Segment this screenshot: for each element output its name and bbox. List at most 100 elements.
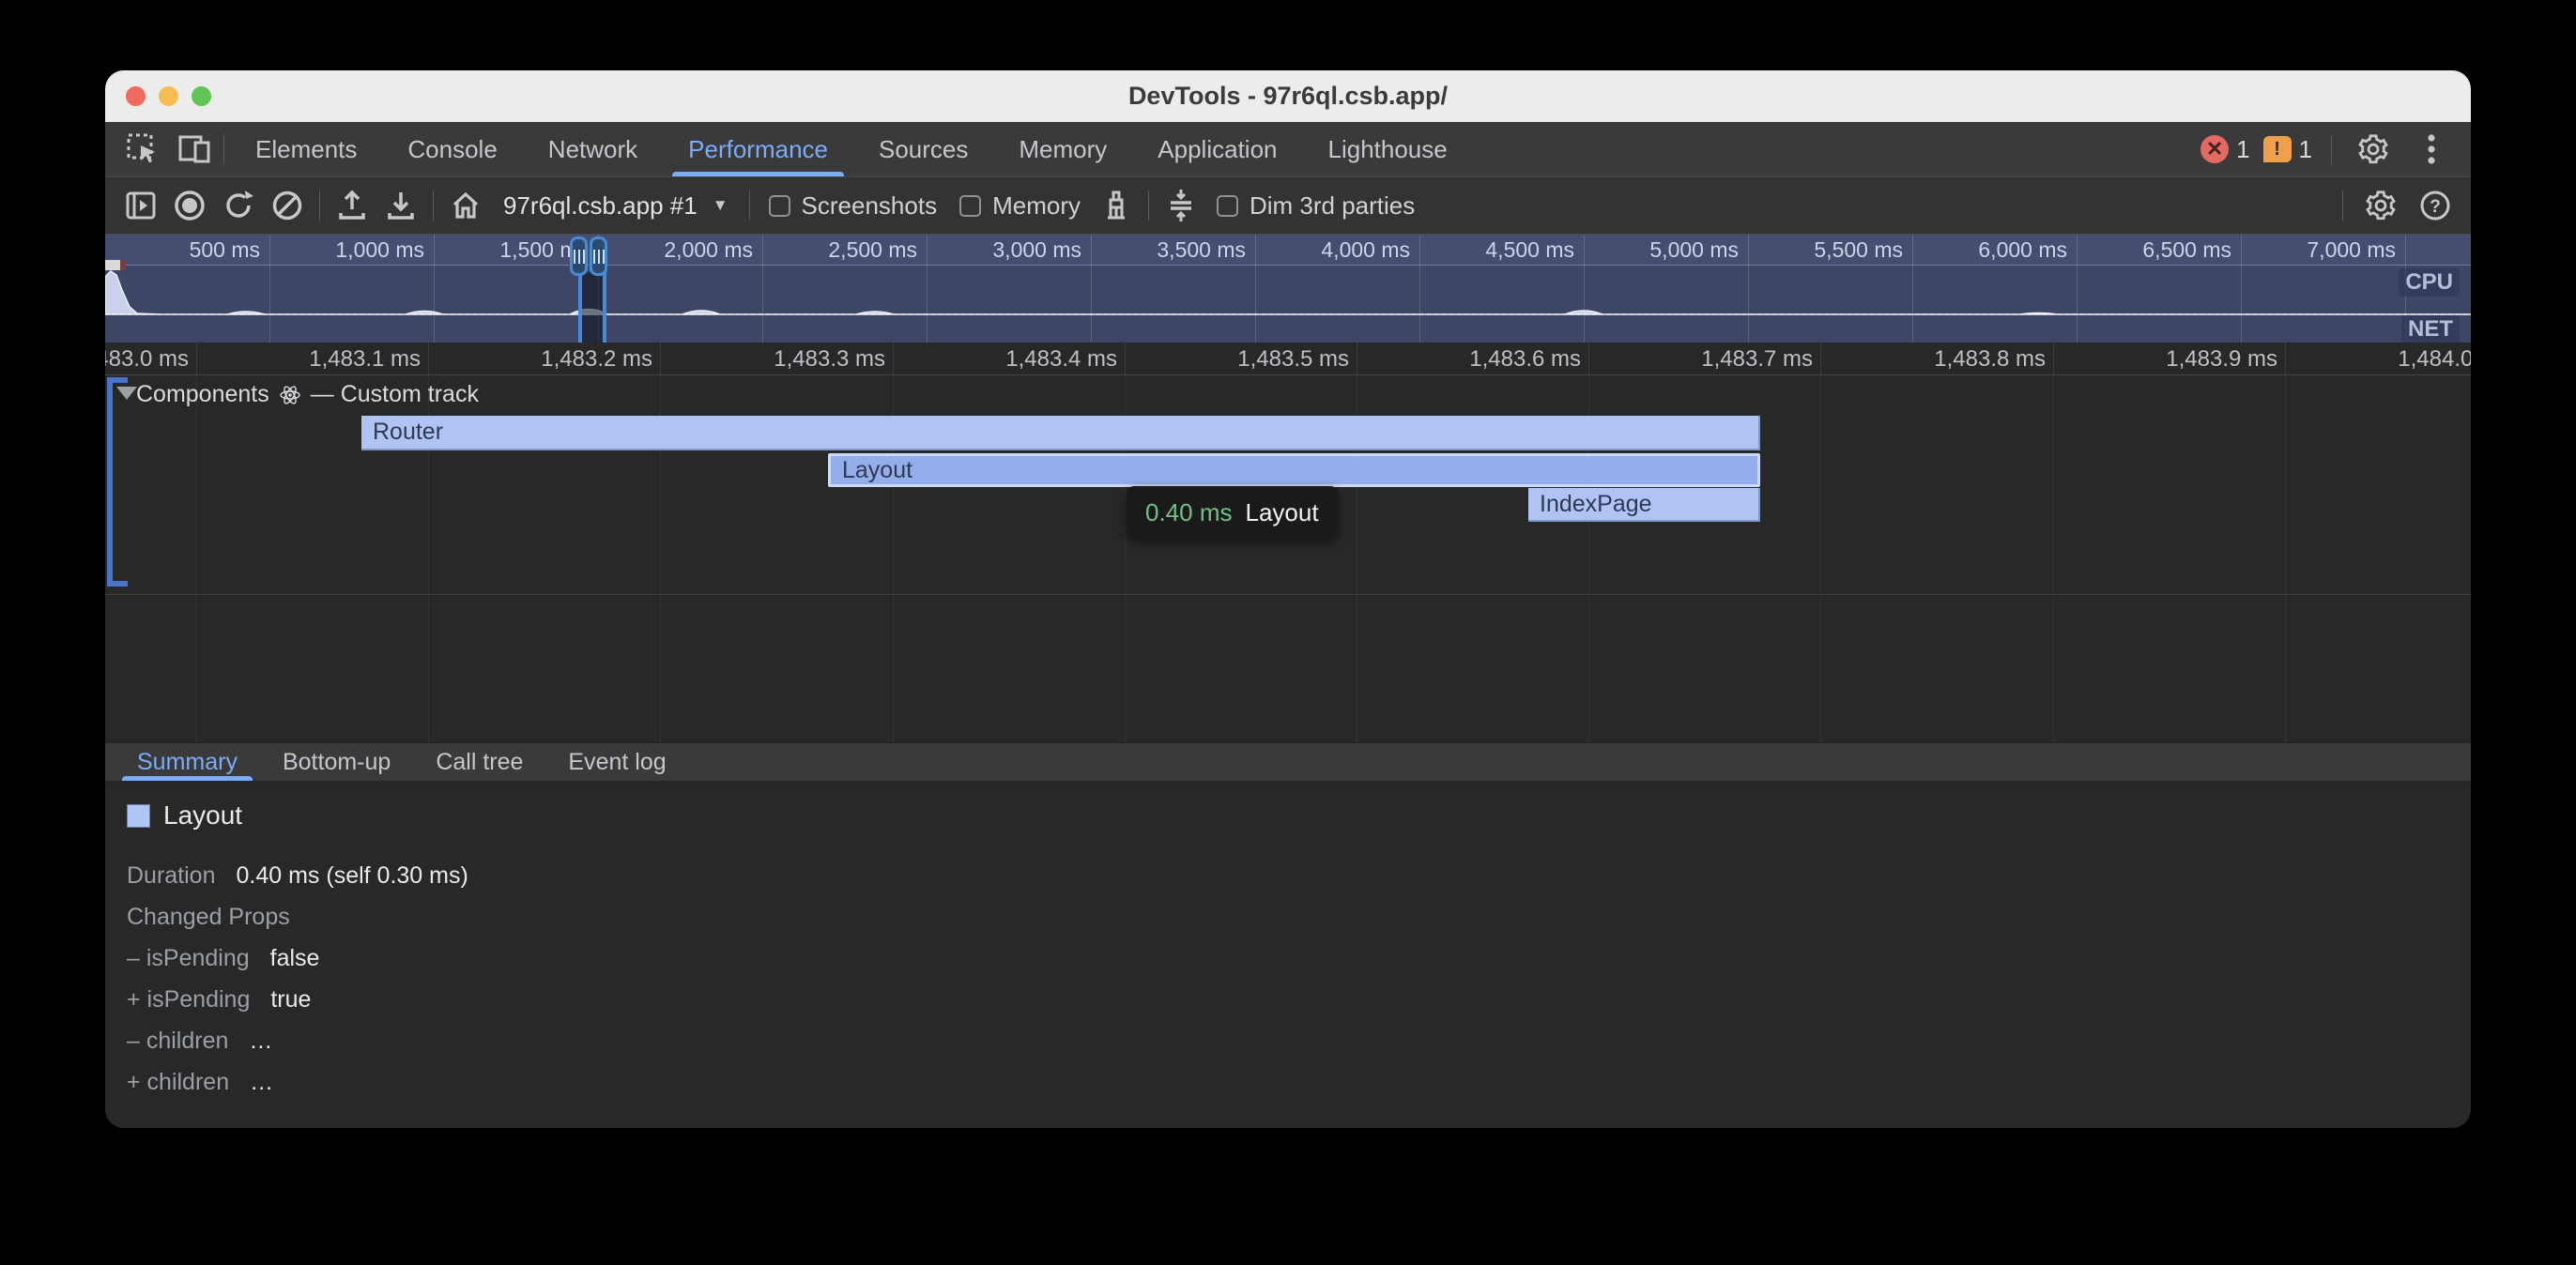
summary-row: + isPending true (127, 979, 2471, 1020)
tab-label: Network (548, 135, 637, 164)
zoom-window-button[interactable] (192, 86, 211, 106)
details-tab-bottom-up[interactable]: Bottom-up (260, 743, 413, 781)
summary-row-value: false (270, 937, 320, 979)
history-dropdown[interactable]: 97r6ql.csb.app #1 ▼ (492, 191, 740, 221)
settings-gear-icon[interactable] (2351, 129, 2396, 170)
divider (749, 191, 750, 221)
dim-3rd-parties-checkbox[interactable]: Dim 3rd parties (1217, 191, 1415, 221)
details-tab-summary[interactable]: Summary (115, 743, 260, 781)
event-color-swatch (127, 804, 150, 828)
details-tab-call-tree[interactable]: Call tree (413, 743, 545, 781)
overview-tick-label: 2,000 ms (612, 237, 753, 263)
tab-label: Sources (879, 135, 968, 164)
summary-row-value: true (270, 979, 311, 1020)
details-tab-label: Bottom-up (283, 749, 391, 776)
record-icon[interactable] (167, 185, 212, 226)
titlebar: DevTools - 97r6ql.csb.app/ (105, 70, 2471, 122)
ruler-tick (1588, 343, 1589, 375)
flame-event-indexpage[interactable]: IndexPage (1528, 488, 1760, 522)
download-profile-icon[interactable] (378, 185, 423, 226)
checkbox-icon (769, 195, 790, 217)
help-icon[interactable]: ? (2413, 185, 2458, 226)
ruler-tick (428, 343, 429, 375)
ruler-tick (893, 343, 894, 375)
overview-tick-label: 3,000 ms (941, 237, 1081, 263)
device-toolbar-icon[interactable] (173, 129, 218, 170)
toggle-sidebar-icon[interactable] (118, 185, 163, 226)
tab-label: Elements (255, 135, 357, 164)
divider (433, 191, 434, 221)
tab-application[interactable]: Application (1132, 122, 1302, 176)
tab-console[interactable]: Console (382, 122, 522, 176)
tab-performance[interactable]: Performance (663, 122, 853, 176)
checkbox-icon (959, 195, 981, 217)
selection-left-handle[interactable] (570, 236, 588, 276)
tab-sources[interactable]: Sources (853, 122, 993, 176)
error-badge[interactable]: ✕ 1 (2200, 135, 2249, 164)
ruler-tick-label: 1,483.2 ms (502, 346, 652, 373)
track-name: Components (136, 381, 269, 408)
issues-badge[interactable]: ! 1 (2263, 135, 2312, 164)
summary-row: + children… (127, 1061, 2471, 1103)
collapse-sections-icon[interactable] (1158, 185, 1204, 226)
ruler-tick-label: 1,483.7 ms (1663, 346, 1813, 373)
flame-event-router[interactable]: Router (361, 416, 1760, 450)
tab-lighthouse[interactable]: Lighthouse (1303, 122, 1473, 176)
cpu-lane-label: CPU (2399, 268, 2460, 297)
overview-tick-label: 2,500 ms (776, 237, 917, 263)
flame-event-layout[interactable]: Layout (828, 453, 1760, 487)
clear-icon[interactable] (265, 185, 310, 226)
tab-label: Console (407, 135, 497, 164)
summary-row-label: + children (127, 1061, 229, 1103)
summary-row: Changed Props (127, 896, 2471, 937)
screenshots-checkbox[interactable]: Screenshots (769, 191, 938, 221)
memory-checkbox[interactable]: Memory (959, 191, 1081, 221)
track-header[interactable]: Components — Custom track (136, 381, 479, 408)
summary-row-label: – isPending (127, 937, 250, 979)
svg-text:?: ? (2430, 197, 2441, 217)
divider (223, 134, 224, 164)
tab-network[interactable]: Network (523, 122, 663, 176)
summary-row-value: … (249, 1020, 272, 1061)
tab-elements[interactable]: Elements (230, 122, 382, 176)
devtools-tabbar: Elements Console Network Performance Sources… (105, 122, 2471, 177)
tooltip-label: Layout (1246, 498, 1319, 527)
upload-profile-icon[interactable] (330, 185, 375, 226)
event-tooltip: 0.40 ms Layout (1127, 486, 1338, 539)
window-title: DevTools - 97r6ql.csb.app/ (105, 82, 2471, 111)
track-focus-bracket (107, 377, 128, 587)
garbage-collect-icon[interactable] (1094, 185, 1139, 226)
summary-pane: Layout Duration0.40 ms (self 0.30 ms)Cha… (105, 782, 2471, 1120)
summary-row-label: + isPending (127, 979, 250, 1020)
summary-row-value: 0.40 ms (self 0.30 ms) (237, 855, 468, 896)
ruler-tick (1125, 343, 1126, 375)
capture-settings-gear-icon[interactable] (2358, 185, 2403, 226)
collapse-track-icon[interactable] (116, 387, 137, 400)
selection-right-line (603, 268, 606, 343)
minimize-window-button[interactable] (159, 86, 178, 106)
selected-range (580, 272, 606, 343)
ruler-tick-label: 1,483.6 ms (1431, 346, 1581, 373)
tab-memory[interactable]: Memory (993, 122, 1132, 176)
inspect-element-icon[interactable] (120, 129, 165, 170)
details-tabbar: Summary Bottom-up Call treeEvent log (105, 742, 2471, 782)
checkbox-icon (1217, 195, 1238, 217)
net-lane-label: NET (2401, 315, 2460, 343)
react-atom-icon (279, 384, 301, 406)
summary-row-label: Duration (127, 855, 216, 896)
summary-row: – children… (127, 1020, 2471, 1061)
overview-tick-label: 1,000 ms (284, 237, 424, 263)
more-options-icon[interactable] (2409, 129, 2454, 170)
timeline-overview[interactable]: 500 ms1,000 ms1,500 ms2,000 ms2,500 ms3,… (105, 235, 2471, 343)
ruler-tick-label: 1,483.5 ms (1199, 346, 1349, 373)
details-tab-event-log[interactable]: Event log (545, 743, 688, 781)
flamechart[interactable]: Components — Custom track RouterLayoutIn… (105, 375, 2471, 742)
screenshots-label: Screenshots (802, 191, 938, 221)
home-icon[interactable] (443, 185, 488, 226)
close-window-button[interactable] (126, 86, 146, 106)
summary-row: Duration 0.40 ms (self 0.30 ms) (127, 855, 2471, 896)
chevron-down-icon: ▼ (713, 196, 728, 215)
selection-right-handle[interactable] (590, 236, 607, 276)
reload-record-icon[interactable] (216, 185, 261, 226)
traffic-lights (126, 70, 211, 122)
